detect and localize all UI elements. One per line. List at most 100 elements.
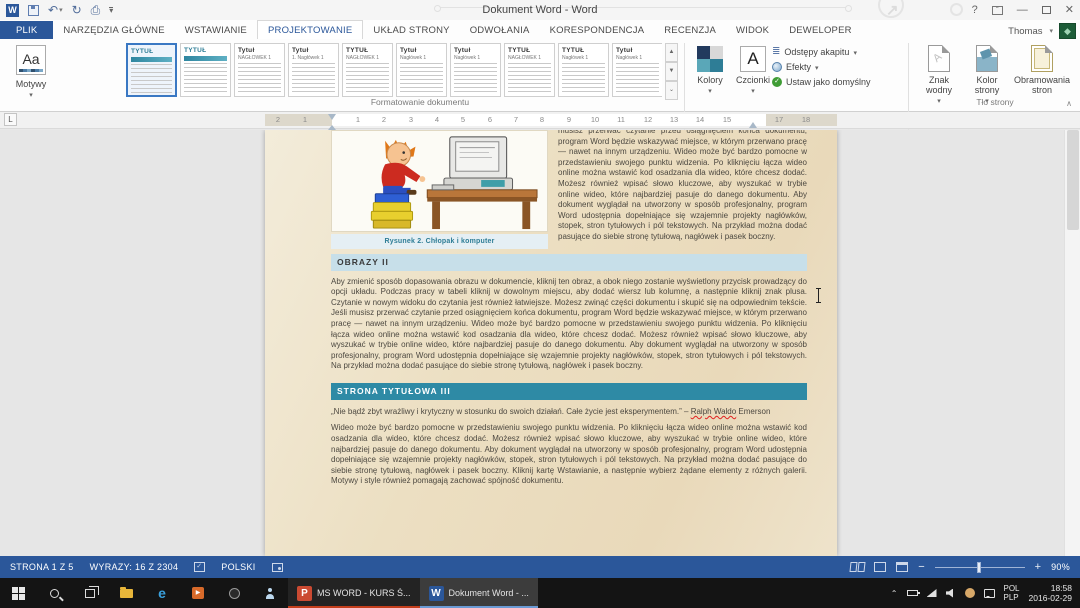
print-preview-button[interactable]: ⎙ bbox=[91, 4, 101, 16]
fonts-button[interactable]: A Czcionki ▾ bbox=[732, 42, 774, 108]
style-set-option[interactable]: Tytuł Nagłówek 1 bbox=[612, 43, 662, 97]
gallery-scroll-up-button[interactable]: ▲ bbox=[665, 43, 678, 62]
avatar[interactable]: ◆ bbox=[1059, 23, 1076, 39]
gallery-more-button[interactable]: ⌄ bbox=[665, 81, 678, 100]
video-app-button[interactable]: ▶ bbox=[180, 578, 216, 608]
zoom-level[interactable]: 90% bbox=[1051, 562, 1070, 572]
close-button[interactable]: ✕ bbox=[1065, 5, 1074, 16]
customize-qat-button[interactable]: ▾ bbox=[109, 7, 113, 14]
system-tray: ⌃ POL PLP 18:58 2016-02-29 bbox=[891, 583, 1080, 603]
minimize-button[interactable]: — bbox=[1017, 5, 1028, 16]
network-icon[interactable] bbox=[927, 589, 937, 597]
style-set-option[interactable]: TYTUŁ bbox=[126, 43, 177, 97]
paragraph-strona-tytulowa[interactable]: Wideo może być bardzo pomocne w przedsta… bbox=[331, 423, 807, 487]
word-count[interactable]: WYRAZY: 16 Z 2304 bbox=[90, 562, 179, 572]
style-set-option[interactable]: TYTUŁ Nagłówek 1 bbox=[558, 43, 609, 97]
style-set-option[interactable]: TYTUŁ NAGŁÓWEK 1 bbox=[504, 43, 555, 97]
battery-icon[interactable] bbox=[907, 590, 918, 596]
boy-computer-illustration bbox=[331, 130, 548, 232]
document-area: Rysunek 2. Chłopak i komputer musisz prz… bbox=[0, 130, 1080, 556]
paragraph-obrazy[interactable]: Aby zmienić sposób dopasowania obrazu w … bbox=[331, 277, 807, 372]
zoom-out-button[interactable]: − bbox=[918, 562, 924, 573]
tab-korespondencja[interactable]: KORESPONDENCJA bbox=[540, 21, 655, 39]
zoom-in-button[interactable]: + bbox=[1035, 562, 1041, 573]
edge-browser-button[interactable]: e bbox=[144, 578, 180, 608]
task-view-button[interactable] bbox=[72, 578, 108, 608]
ribbon-tabs: PLIK NARZĘDZIA GŁÓWNE WSTAWIANIE PROJEKT… bbox=[0, 20, 1080, 39]
restore-button[interactable] bbox=[1042, 6, 1051, 14]
print-layout-button[interactable] bbox=[874, 562, 886, 572]
style-set-option[interactable]: TYTUŁ NAGŁÓWEK 1 bbox=[342, 43, 393, 97]
taskbar: e ▶ P MS WORD - KURS Ś... W Dokument Wor… bbox=[0, 578, 1080, 608]
language-indicator[interactable]: POLSKI bbox=[221, 562, 255, 572]
taskbar-word-window[interactable]: W Dokument Word - ... bbox=[420, 578, 538, 608]
clock[interactable]: 18:58 2016-02-29 bbox=[1029, 583, 1072, 603]
action-center-icon[interactable] bbox=[984, 589, 995, 598]
page-indicator[interactable]: STRONA 1 Z 5 bbox=[10, 562, 74, 572]
chevron-down-icon: ▾ bbox=[59, 7, 63, 14]
taskbar-search-button[interactable] bbox=[36, 578, 72, 608]
redo-button[interactable]: ↻ bbox=[72, 4, 82, 16]
tab-uklad-strony[interactable]: UKŁAD STRONY bbox=[363, 21, 459, 39]
proofing-status-icon[interactable] bbox=[194, 562, 205, 572]
horizontal-ruler[interactable]: L 2 1 1 2 3 4 5 6 7 8 9 10 11 12 13 14 1… bbox=[0, 112, 1080, 129]
title-bar: ↗ Dokument Word - Word W ↶▾ ↻ ⎙ ▾ ? ⌃ — … bbox=[0, 0, 1080, 20]
ruler-number: 4 bbox=[435, 115, 439, 124]
save-button[interactable] bbox=[28, 5, 39, 16]
language-switcher[interactable]: POL PLP bbox=[1004, 584, 1020, 602]
figure-boy-computer[interactable]: Rysunek 2. Chłopak i komputer bbox=[331, 130, 548, 249]
tab-odwolania[interactable]: ODWOŁANIA bbox=[460, 21, 540, 39]
tab-wstawianie[interactable]: WSTAWIANIE bbox=[175, 21, 257, 39]
tab-recenzja[interactable]: RECENZJA bbox=[654, 21, 726, 39]
web-layout-button[interactable] bbox=[896, 562, 908, 572]
file-explorer-button[interactable] bbox=[108, 578, 144, 608]
style-set-option[interactable]: Tytuł 1. Nagłówek 1 bbox=[288, 43, 339, 97]
quote-paragraph[interactable]: „Nie bądź zbyt wrażliwy i krytyczny w st… bbox=[331, 407, 807, 418]
style-set-option[interactable]: TYTUŁ bbox=[180, 43, 231, 97]
onedrive-icon[interactable] bbox=[965, 588, 975, 598]
chevron-down-icon: ▾ bbox=[708, 87, 712, 95]
tab-deweloper[interactable]: DEWELOPER bbox=[779, 21, 862, 39]
vertical-scrollbar[interactable]: ▲ bbox=[1064, 130, 1080, 556]
tab-projektowanie[interactable]: PROJEKTOWANIE bbox=[257, 20, 363, 39]
effects-button[interactable]: Efekty ▾ bbox=[772, 62, 900, 72]
contacts-app-button[interactable] bbox=[252, 578, 288, 608]
ribbon-display-options-button[interactable]: ⌃ bbox=[992, 6, 1003, 15]
themes-button[interactable]: Aa Motywy ▾ bbox=[8, 42, 54, 108]
set-as-default-button[interactable]: ✓ Ustaw jako domyślny bbox=[772, 77, 900, 87]
tab-widok[interactable]: WIDOK bbox=[726, 21, 779, 39]
collapse-ribbon-button[interactable]: ∧ bbox=[1066, 99, 1072, 108]
page-content: Rysunek 2. Chłopak i komputer musisz prz… bbox=[331, 130, 807, 487]
style-set-option[interactable]: Tytuł Nagłówek 1 bbox=[396, 43, 447, 97]
style-set-option[interactable]: Tytuł NAGŁÓWEK 1 bbox=[234, 43, 285, 97]
scrollbar-thumb[interactable] bbox=[1067, 130, 1079, 230]
start-button[interactable] bbox=[0, 578, 36, 608]
tray-expand-icon[interactable]: ⌃ bbox=[891, 589, 898, 598]
colors-icon bbox=[697, 46, 723, 72]
tab-plik[interactable]: PLIK bbox=[0, 21, 53, 39]
media-app-button[interactable] bbox=[216, 578, 252, 608]
ruler-number: 18 bbox=[802, 115, 810, 124]
read-mode-button[interactable] bbox=[850, 562, 864, 572]
help-button[interactable]: ? bbox=[972, 5, 978, 16]
heading-obrazy-ii[interactable]: OBRAZY II bbox=[331, 254, 807, 271]
style-set-option[interactable]: Tytuł Nagłówek 1 bbox=[450, 43, 501, 97]
volume-icon[interactable] bbox=[946, 589, 956, 598]
tab-narzedzia-glowne[interactable]: NARZĘDZIA GŁÓWNE bbox=[53, 21, 174, 39]
user-menu[interactable]: Thomas bbox=[1008, 26, 1042, 37]
zoom-slider-thumb[interactable] bbox=[977, 562, 981, 573]
heading-strona-tytulowa-iii[interactable]: STRONA TYTUŁOWA III bbox=[331, 383, 807, 400]
gallery-scroll-down-button[interactable]: ▼ bbox=[665, 62, 678, 81]
powerpoint-icon: P bbox=[297, 586, 312, 601]
ruler-number: 6 bbox=[488, 115, 492, 124]
right-indent-marker[interactable] bbox=[749, 118, 757, 128]
document-page[interactable]: Rysunek 2. Chłopak i komputer musisz prz… bbox=[265, 130, 837, 556]
paragraph-spacing-button[interactable]: ≣ Odstępy akapitu ▾ bbox=[772, 47, 900, 57]
undo-button[interactable]: ↶▾ bbox=[48, 4, 63, 16]
colors-button[interactable]: Kolory ▾ bbox=[690, 42, 730, 108]
hanging-indent-marker[interactable] bbox=[328, 121, 336, 130]
zoom-slider[interactable] bbox=[935, 567, 1025, 568]
taskbar-powerpoint-window[interactable]: P MS WORD - KURS Ś... bbox=[288, 578, 420, 608]
tab-stop-selector[interactable]: L bbox=[4, 113, 17, 126]
macro-record-icon[interactable] bbox=[272, 563, 283, 572]
